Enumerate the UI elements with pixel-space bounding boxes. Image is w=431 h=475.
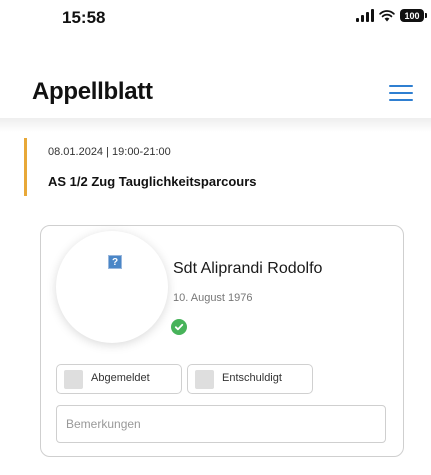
avatar-placeholder-icon: ? [108, 255, 122, 269]
person-birth-date: 10. August 1976 [173, 292, 253, 304]
entschuldigt-label: Entschuldigt [222, 372, 282, 384]
status-icons: 100 [356, 9, 427, 22]
signal-icon [356, 9, 374, 22]
entschuldigt-checkbox[interactable] [195, 370, 214, 389]
app-header: Appellblatt [0, 64, 431, 120]
abgemeldet-label: Abgemeldet [91, 372, 150, 384]
status-bar: 15:58 100 [0, 0, 431, 40]
avatar: ? [56, 231, 168, 343]
event-title: AS 1/2 Zug Tauglichkeitsparcours [48, 174, 257, 189]
battery-icon: 100 [400, 9, 427, 22]
status-time: 15:58 [62, 8, 106, 27]
remarks-input[interactable] [56, 405, 386, 443]
person-name: Sdt Aliprandi Rodolfo [173, 260, 323, 277]
check-circle-icon [171, 319, 187, 335]
wifi-icon [379, 9, 395, 22]
event-accent-bar [24, 138, 27, 196]
entschuldigt-button[interactable]: Entschuldigt [187, 364, 313, 394]
event-info: 08.01.2024 | 19:00-21:00 AS 1/2 Zug Taug… [24, 138, 404, 196]
battery-level: 100 [404, 10, 420, 21]
abgemeldet-checkbox[interactable] [64, 370, 83, 389]
header-shadow [0, 118, 431, 132]
event-date-time: 08.01.2024 | 19:00-21:00 [48, 146, 171, 158]
abgemeldet-button[interactable]: Abgemeldet [56, 364, 182, 394]
hamburger-menu-icon[interactable] [388, 83, 414, 103]
page-title: Appellblatt [32, 78, 153, 105]
person-card: ? Sdt Aliprandi Rodolfo 10. August 1976 … [40, 225, 404, 457]
